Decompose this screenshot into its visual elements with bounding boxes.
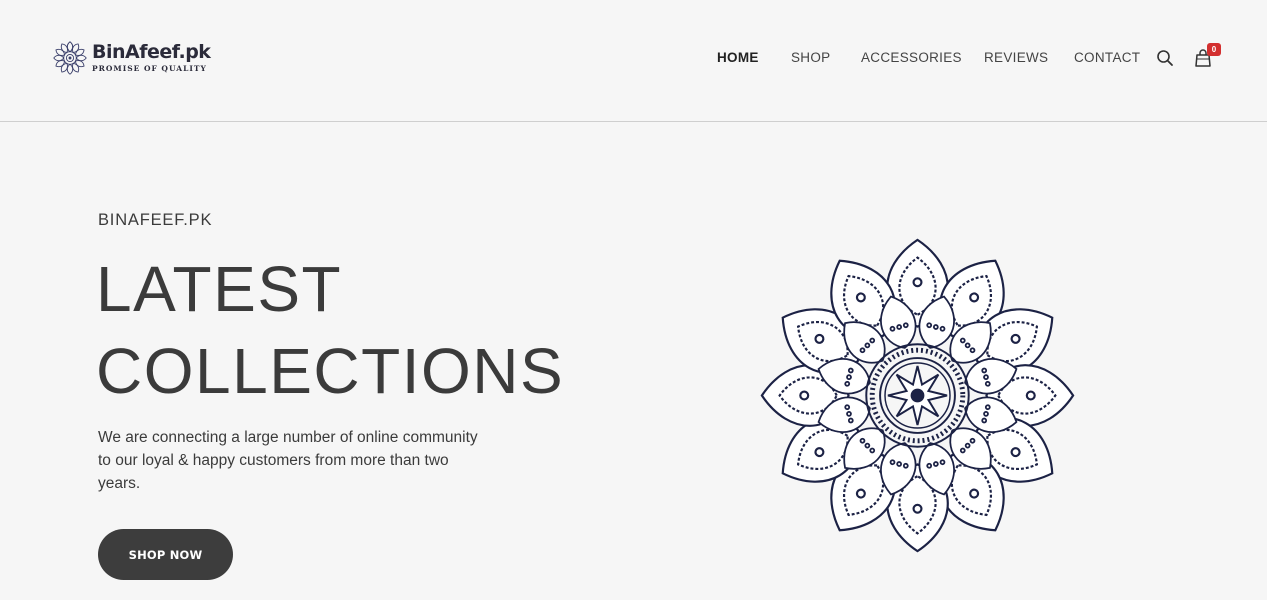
nav-contact[interactable]: CONTACT (1074, 50, 1140, 65)
shop-now-button[interactable]: SHOP NOW (98, 529, 233, 580)
headline-line-1: LATEST (96, 253, 343, 325)
nav-home[interactable]: HOME (717, 50, 759, 65)
cart-count-badge: 0 (1207, 43, 1221, 56)
mandala-illustration (760, 238, 1075, 553)
hero-eyebrow: BINAFEEF.PK (98, 211, 213, 229)
site-logo[interactable]: BinAfeef.pk PROMISE OF QUALITY (52, 40, 211, 76)
logo-title: BinAfeef.pk (92, 41, 211, 64)
mandala-logo-icon (53, 41, 87, 75)
site-header: BinAfeef.pk PROMISE OF QUALITY HOME SHOP… (0, 0, 1267, 122)
headline-line-2: COLLECTIONS (96, 335, 565, 407)
search-icon[interactable] (1156, 49, 1174, 67)
hero-description: We are connecting a large number of onli… (98, 429, 478, 492)
hero-headline: LATEST COLLECTIONS (96, 248, 564, 412)
nav-shop[interactable]: SHOP (791, 50, 830, 65)
logo-tagline: PROMISE OF QUALITY (92, 64, 207, 74)
nav-accessories[interactable]: ACCESSORIES (861, 50, 962, 65)
nav-reviews[interactable]: REVIEWS (984, 50, 1048, 65)
